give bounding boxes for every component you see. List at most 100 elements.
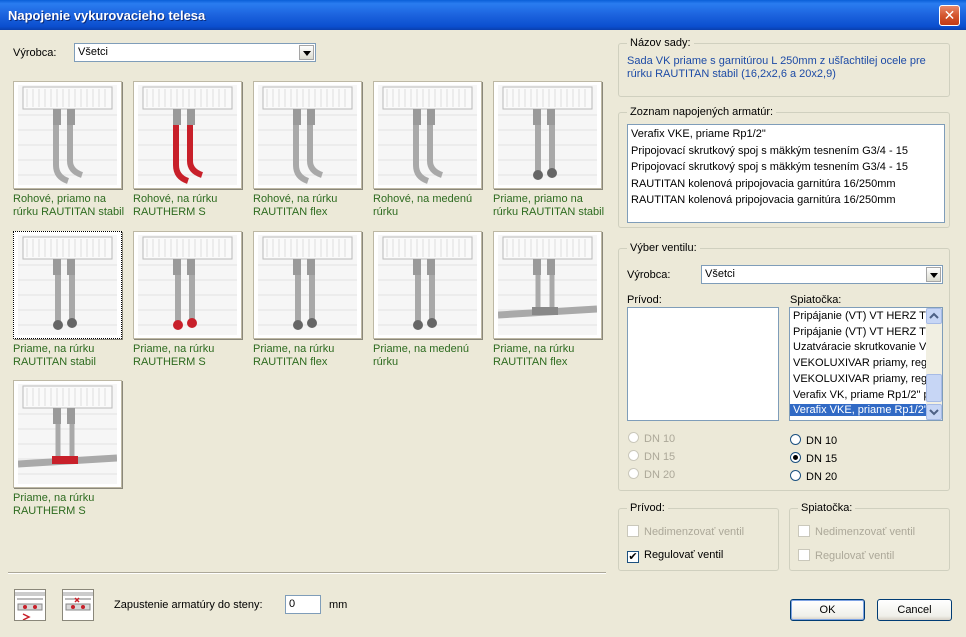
list-item[interactable]: Uzatváracie skrutkovanie V [793, 341, 929, 353]
list-item[interactable]: VEKOLUXIVAR priamy, regu [793, 373, 929, 385]
list-item[interactable]: Pripájanie (VT) VT HERZ TS- [793, 326, 929, 338]
set-name-title: Názov sady: [627, 37, 694, 49]
radiator-straight-flex-icon [258, 235, 357, 335]
radiator-straight-flex-tee-icon [498, 235, 597, 335]
return-options-title: Spiatočka: [798, 502, 856, 514]
chevron-down-icon[interactable] [299, 45, 314, 60]
radiator-straight-rautherm-tee-icon [18, 384, 117, 484]
connection-tile-caption: Priame, na medenú rúrku [373, 343, 469, 368]
connection-tile[interactable] [373, 81, 482, 189]
list-item[interactable]: Pripojovací skrutkový spoj s mäkkým tesn… [631, 161, 908, 173]
valve-selection-title: Výber ventilu: [627, 242, 700, 254]
connection-tile-caption: Priame, na rúrku RAUTHERM S [13, 492, 95, 517]
set-name-text: Sada VK priame s garnitúrou L 250mm z uš… [627, 55, 926, 80]
radio-icon [790, 470, 801, 481]
recess-value: 0 [289, 598, 296, 610]
connection-tile-caption: Rohové, na rúrku RAUTITAN flex [253, 193, 338, 218]
supply-options-group: Prívod: Nedimenzovať ventil ✔ Regulovať v… [618, 502, 779, 571]
supply-label: Prívod: [627, 294, 662, 306]
chevron-down-icon[interactable] [926, 267, 941, 282]
scroll-up-icon[interactable] [926, 308, 942, 324]
supply-options-title: Prívod: [627, 502, 668, 514]
connection-tile-caption: Priame, na rúrku RAUTITAN flex [253, 343, 335, 368]
list-item[interactable]: Pripájanie (VT) VT HERZ TS- [793, 310, 929, 322]
connection-tile-caption: Rohové, na rúrku RAUTHERM S [133, 193, 218, 218]
list-item[interactable]: Verafix VKE, priame Rp1/2" [790, 404, 926, 417]
supply-dn-radio[interactable]: DN 20 [628, 468, 675, 481]
radiator-straight-stabil-icon [18, 235, 117, 335]
recess-unit: mm [329, 599, 348, 611]
return-label: Spiatočka: [790, 294, 842, 306]
list-item[interactable]: Verafix VK, priame Rp1/2" p [793, 389, 929, 401]
connection-tile[interactable] [253, 231, 362, 339]
radiator-straight-copper-icon [378, 235, 477, 335]
radio-icon [628, 450, 639, 461]
close-icon: ✕ [943, 7, 956, 23]
checkmark-icon: ✔ [627, 551, 639, 563]
return-dn-radio[interactable]: DN 20 [790, 470, 837, 483]
connection-tile[interactable] [133, 231, 242, 339]
radio-icon [790, 434, 801, 445]
return-list-scrollbar[interactable] [926, 308, 942, 420]
connection-tile[interactable] [13, 380, 122, 488]
connection-tile[interactable] [13, 81, 122, 189]
supply-dn-radio[interactable]: DN 10 [628, 432, 675, 445]
checkbox-icon [798, 549, 810, 561]
list-item[interactable]: Verafix VKE, priame Rp1/2" [631, 128, 766, 140]
connection-tile-caption: Priame, na rúrku RAUTHERM S [133, 343, 215, 368]
supply-dn-radio[interactable]: DN 15 [628, 450, 675, 463]
close-button[interactable]: ✕ [939, 5, 960, 26]
return-dn-radio[interactable]: DN 10 [790, 434, 837, 447]
fittings-list[interactable]: Verafix VKE, priame Rp1/2" Pripojovací sk… [627, 124, 945, 223]
connection-tile-caption: Priame, na rúrku RAUTITAN flex [493, 343, 575, 368]
return-dn-radio[interactable]: DN 15 [790, 452, 837, 465]
connection-tile-caption: Priame, priamo na rúrku RAUTITAN stabil [493, 193, 605, 218]
return-valve-list[interactable]: Verafix VKE, priame Rp1/2" Verafix VK, pr… [789, 307, 943, 421]
manufacturer-select[interactable]: Všetci [74, 43, 316, 62]
manufacturer-value: Všetci [78, 46, 108, 58]
connection-tile[interactable] [493, 81, 602, 189]
surface-mount-tool-icon[interactable] [62, 589, 94, 621]
set-name-group: Názov sady: Sada VK priame s garnitúrou … [618, 37, 950, 97]
cancel-button[interactable]: Cancel [877, 599, 952, 621]
radiator-corner-copper-icon [378, 85, 477, 185]
return-options-group: Spiatočka: Nedimenzovať ventil Regulovať… [789, 502, 950, 571]
radiator-straight-rautherm-icon [138, 235, 237, 335]
return-regulate-checkbox[interactable]: Regulovať ventil [798, 549, 894, 562]
radiator-corner-flex-icon [258, 85, 357, 185]
connection-tile-caption: Rohové, na medenú rúrku [373, 193, 473, 218]
supply-undersize-checkbox[interactable]: Nedimenzovať ventil [627, 525, 744, 538]
supply-regulate-checkbox[interactable]: ✔ Regulovať ventil [627, 549, 723, 563]
valve-manufacturer-value: Všetci [705, 268, 735, 280]
radio-icon [628, 468, 639, 479]
connection-tile[interactable] [253, 81, 362, 189]
scroll-down-icon[interactable] [926, 404, 942, 420]
list-item[interactable]: RAUTITAN kolenová pripojovacia garnitúra… [631, 194, 896, 206]
connection-tile[interactable] [13, 231, 122, 339]
return-undersize-checkbox[interactable]: Nedimenzovať ventil [798, 525, 915, 538]
radiator-corner-direct-icon [18, 85, 117, 185]
radio-icon [628, 432, 639, 443]
connection-tile[interactable] [133, 81, 242, 189]
fittings-group: Zoznam napojených armatúr: Verafix VKE, … [618, 106, 950, 228]
manufacturer-label: Výrobca: [13, 47, 57, 59]
recess-input[interactable]: 0 [285, 595, 321, 614]
connection-tile[interactable] [373, 231, 482, 339]
title-bar[interactable]: Napojenie vykurovacieho telesa ✕ [0, 0, 966, 30]
dialog-window: Napojenie vykurovacieho telesa ✕ Výrobca… [0, 0, 966, 637]
checkbox-icon [627, 525, 639, 537]
supply-valve-list[interactable] [627, 307, 779, 421]
valve-manufacturer-select[interactable]: Všetci [701, 265, 943, 284]
valve-manufacturer-label: Výrobca: [627, 269, 671, 281]
valve-selection-group: Výber ventilu: Výrobca: Všetci Prívod: S… [618, 242, 950, 491]
bottom-separator [8, 572, 606, 574]
ok-button[interactable]: OK [790, 599, 865, 621]
checkbox-icon [798, 525, 810, 537]
connection-tile[interactable] [493, 231, 602, 339]
list-item[interactable]: RAUTITAN kolenová pripojovacia garnitúra… [631, 178, 896, 190]
radiator-straight-direct-icon [498, 85, 597, 185]
list-item[interactable]: Pripojovací skrutkový spoj s mäkkým tesn… [631, 145, 908, 157]
scroll-thumb[interactable] [926, 374, 942, 402]
list-item[interactable]: VEKOLUXIVAR priamy, regu [793, 357, 929, 369]
recess-wall-tool-icon[interactable] [14, 589, 46, 621]
